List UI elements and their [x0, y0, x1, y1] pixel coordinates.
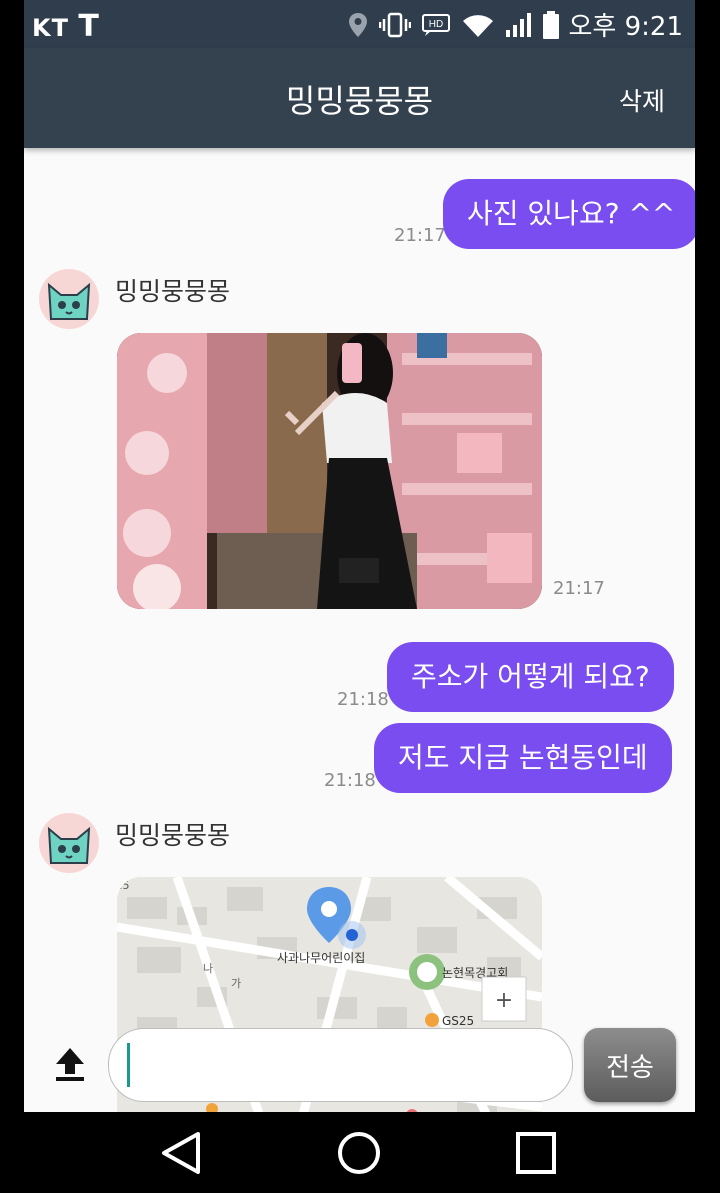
cat-avatar-icon	[47, 282, 91, 320]
message-time: 21:18	[324, 770, 376, 791]
avatar[interactable]	[39, 813, 99, 873]
outgoing-message[interactable]: 사진 있나요? ^^	[443, 179, 695, 249]
wifi-icon	[462, 14, 493, 37]
photo-message[interactable]	[117, 333, 542, 609]
message-time: 21:17	[394, 225, 446, 246]
svg-text:가: 가	[231, 977, 241, 990]
sender-name: 밍밍뭉뭉몽	[115, 277, 231, 306]
status-bar: KT T HD 오후 9:21	[24, 0, 695, 48]
svg-text:HD: HD	[428, 19, 442, 30]
carrier-t-logo: T	[78, 9, 100, 44]
svg-text:+: +	[495, 988, 513, 1013]
app-frame: KT T HD 오후 9:21 밍밍뭉뭉몽 삭제 21:17 사진 있나요? ^…	[24, 0, 695, 1112]
vibrate-icon	[378, 12, 411, 37]
composer-bar: 전송	[24, 1018, 695, 1112]
photo-image	[117, 333, 542, 609]
message-time: 21:17	[553, 578, 605, 599]
navigation-bar	[0, 1112, 720, 1193]
send-button[interactable]: 전송	[584, 1028, 676, 1102]
message-time: 21:18	[337, 689, 389, 710]
outgoing-message[interactable]: 주소가 어떻게 되요?	[387, 642, 674, 712]
carrier-label: KT T	[32, 9, 100, 44]
message-input[interactable]	[108, 1028, 573, 1102]
outgoing-message[interactable]: 저도 지금 논현동인데	[374, 723, 672, 793]
recent-square-icon[interactable]	[512, 1130, 560, 1176]
delete-button[interactable]: 삭제	[613, 81, 671, 119]
app-bar: 밍밍뭉뭉몽 삭제	[24, 48, 695, 148]
clock: 오후 9:21	[568, 12, 684, 42]
home-circle-icon[interactable]	[335, 1130, 383, 1176]
signal-icon	[505, 12, 531, 37]
location-icon	[348, 12, 367, 37]
svg-text:나: 나	[203, 962, 213, 975]
chat-title: 밍밍뭉뭉몽	[285, 82, 434, 120]
upload-icon[interactable]	[54, 1046, 86, 1082]
battery-icon	[542, 10, 559, 39]
avatar[interactable]	[39, 269, 99, 329]
message-list[interactable]: 21:17 사진 있나요? ^^ 밍밍뭉뭉몽 21:17 21:18 주소가 어…	[24, 148, 695, 1112]
cat-avatar-icon	[47, 826, 91, 864]
svg-text:.5: .5	[119, 879, 130, 892]
sender-name: 밍밍뭉뭉몽	[115, 821, 231, 850]
text-cursor	[127, 1043, 130, 1087]
hd-voice-icon: HD	[421, 13, 450, 36]
svg-text:사과나무어린이집: 사과나무어린이집	[277, 951, 365, 965]
back-triangle-icon[interactable]	[158, 1130, 206, 1176]
